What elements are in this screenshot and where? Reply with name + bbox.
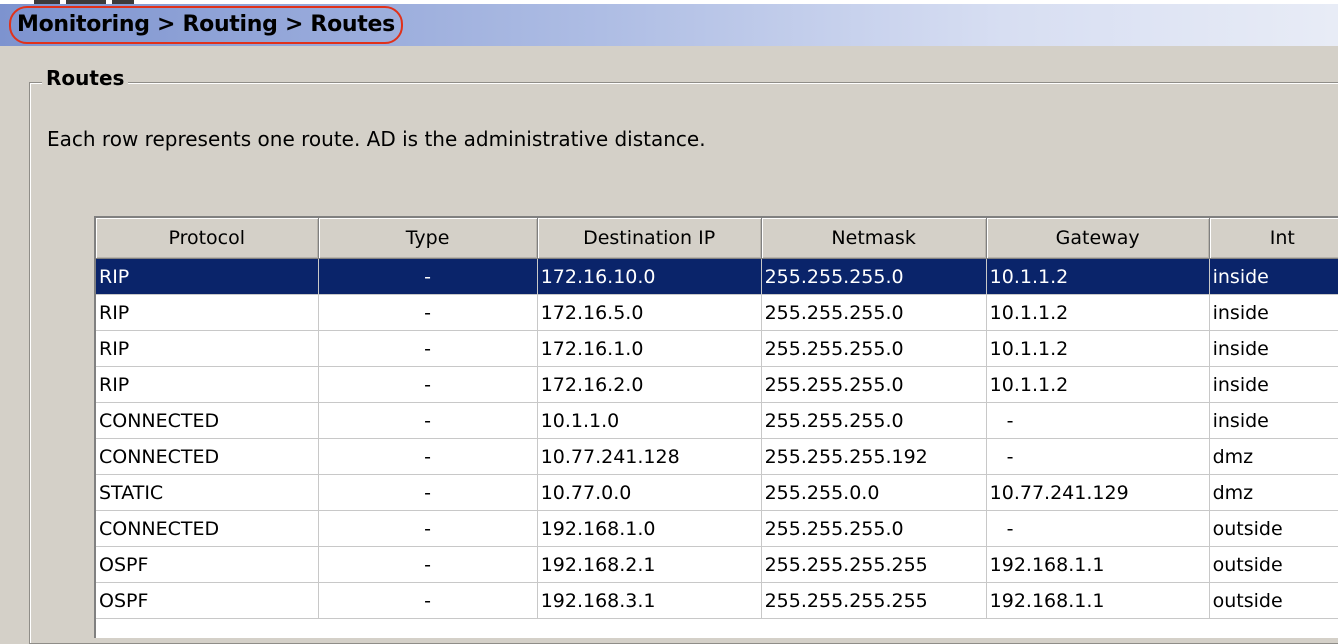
cell-protocol: RIP [96, 366, 319, 403]
cell-gateway: 192.168.1.1 [986, 582, 1210, 619]
cell-destination-ip: 10.77.241.128 [537, 438, 762, 475]
table-row[interactable]: STATIC -10.77.0.0 255.255.0.0 10.77.241.129… [96, 474, 1338, 511]
table-row[interactable]: OSPF -192.168.3.1 255.255.255.255 192.168.1… [96, 582, 1338, 619]
cell-gateway: 10.1.1.2 [986, 294, 1210, 331]
cell-interface: inside [1209, 402, 1338, 439]
cell-destination-ip: 172.16.2.0 [537, 366, 762, 403]
cell-netmask: 255.255.255.192 [761, 438, 987, 475]
cell-type: - [318, 546, 538, 583]
cell-gateway: - [986, 438, 1210, 475]
cell-interface: outside [1209, 546, 1338, 583]
cell-protocol: OSPF [96, 546, 319, 583]
cell-type: - [318, 366, 538, 403]
cell-type: - [318, 402, 538, 439]
table-row[interactable]: CONNECTED -10.1.1.0 255.255.255.0- inside [96, 402, 1338, 439]
cell-protocol: CONNECTED [96, 438, 319, 475]
cell-netmask: 255.255.0.0 [761, 474, 987, 511]
cell-gateway: 10.1.1.2 [986, 366, 1210, 403]
column-header-gateway[interactable]: Gateway [986, 218, 1210, 259]
cell-netmask: 255.255.255.0 [761, 402, 987, 439]
cell-protocol: RIP [96, 258, 319, 295]
routes-description: Each row represents one route. AD is the… [47, 127, 706, 151]
cell-type: - [318, 330, 538, 367]
cell-protocol: CONNECTED [96, 402, 319, 439]
cell-destination-ip: 192.168.2.1 [537, 546, 762, 583]
column-header-protocol[interactable]: Protocol [96, 218, 319, 259]
table-row[interactable]: RIP -172.16.5.0 255.255.255.0 10.1.1.2 insid… [96, 294, 1338, 331]
table-header-row: Protocol Type Destination IP Netmask Gat… [96, 218, 1338, 259]
table-row[interactable]: RIP -172.16.10.0 255.255.255.0 10.1.1.2 insi… [96, 258, 1338, 295]
table-row[interactable]: RIP -172.16.1.0 255.255.255.0 10.1.1.2 insid… [96, 330, 1338, 367]
cell-interface: inside [1209, 330, 1338, 367]
cell-netmask: 255.255.255.0 [761, 258, 987, 295]
table-row[interactable]: OSPF -192.168.2.1 255.255.255.255 192.168.1… [96, 546, 1338, 583]
cell-protocol: STATIC [96, 474, 319, 511]
title-strip [0, 0, 1338, 4]
cell-protocol: RIP [96, 294, 319, 331]
routes-table-container: Protocol Type Destination IP Netmask Gat… [94, 216, 1338, 638]
cell-destination-ip: 172.16.1.0 [537, 330, 762, 367]
cell-type: - [318, 258, 538, 295]
cell-interface: inside [1209, 366, 1338, 403]
breadcrumb: Monitoring > Routing > Routes [9, 6, 403, 44]
cell-type: - [318, 510, 538, 547]
table-row[interactable]: RIP -172.16.2.0 255.255.255.0 10.1.1.2 insid… [96, 366, 1338, 403]
cell-interface: dmz [1209, 474, 1338, 511]
cell-protocol: RIP [96, 330, 319, 367]
cell-type: - [318, 438, 538, 475]
routes-table: Protocol Type Destination IP Netmask Gat… [96, 218, 1338, 619]
cell-destination-ip: 172.16.10.0 [537, 258, 762, 295]
cell-interface: outside [1209, 510, 1338, 547]
cell-destination-ip: 172.16.5.0 [537, 294, 762, 331]
cell-protocol: CONNECTED [96, 510, 319, 547]
cell-netmask: 255.255.255.0 [761, 510, 987, 547]
cell-netmask: 255.255.255.0 [761, 330, 987, 367]
column-header-netmask[interactable]: Netmask [761, 218, 987, 259]
table-row[interactable]: CONNECTED -192.168.1.0 255.255.255.0- outsi… [96, 510, 1338, 547]
cell-type: - [318, 294, 538, 331]
cell-gateway: - [986, 402, 1210, 439]
cell-destination-ip: 10.77.0.0 [537, 474, 762, 511]
cell-gateway: 10.1.1.2 [986, 330, 1210, 367]
table-row[interactable]: CONNECTED -10.77.241.128 255.255.255.192- d… [96, 438, 1338, 475]
routes-group-title: Routes [42, 64, 129, 92]
routes-table-body: RIP -172.16.10.0 255.255.255.0 10.1.1.2 insi… [96, 258, 1338, 619]
cell-gateway: - [986, 510, 1210, 547]
cell-gateway: 10.77.241.129 [986, 474, 1210, 511]
column-header-type[interactable]: Type [318, 218, 538, 259]
cell-interface: inside [1209, 294, 1338, 331]
cell-netmask: 255.255.255.255 [761, 582, 987, 619]
cell-netmask: 255.255.255.255 [761, 546, 987, 583]
title-bar: Monitoring > Routing > Routes [0, 0, 1338, 46]
cell-gateway: 10.1.1.2 [986, 258, 1210, 295]
cell-interface: dmz [1209, 438, 1338, 475]
cell-type: - [318, 474, 538, 511]
cell-gateway: 192.168.1.1 [986, 546, 1210, 583]
cell-protocol: OSPF [96, 582, 319, 619]
cell-destination-ip: 192.168.3.1 [537, 582, 762, 619]
cell-interface: inside [1209, 258, 1338, 295]
column-header-destination-ip[interactable]: Destination IP [537, 218, 762, 259]
cell-destination-ip: 192.168.1.0 [537, 510, 762, 547]
column-header-interface[interactable]: Int [1209, 218, 1338, 259]
cell-netmask: 255.255.255.0 [761, 366, 987, 403]
cell-destination-ip: 10.1.1.0 [537, 402, 762, 439]
cell-netmask: 255.255.255.0 [761, 294, 987, 331]
cell-type: - [318, 582, 538, 619]
cell-interface: outside [1209, 582, 1338, 619]
